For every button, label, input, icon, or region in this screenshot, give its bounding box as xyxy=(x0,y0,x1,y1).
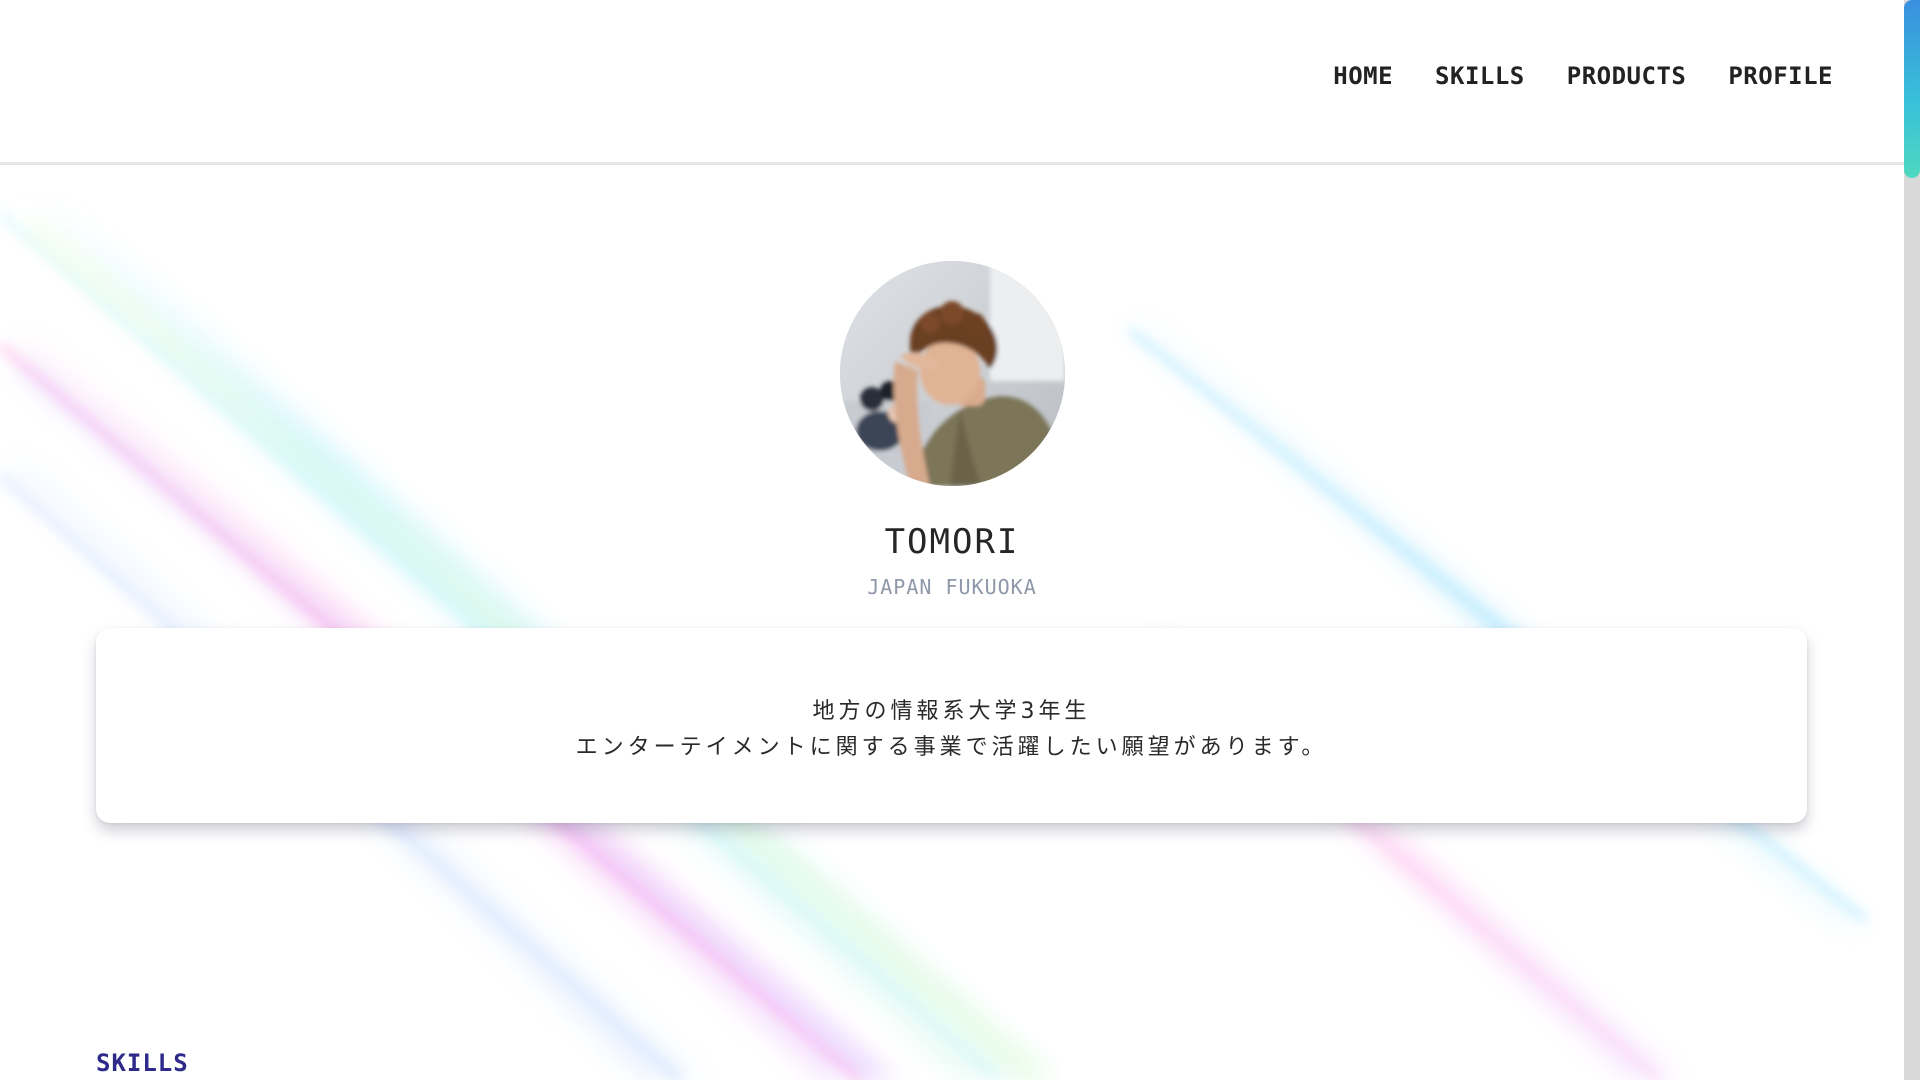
bio-card: 地方の情報系大学3年生 エンターテイメントに関する事業で活躍したい願望があります… xyxy=(96,628,1807,823)
profile-avatar xyxy=(840,261,1065,486)
nav-profile-link[interactable]: PROFILE xyxy=(1728,62,1833,90)
profile-location: JAPAN FUKUOKA xyxy=(867,575,1037,599)
nav-home-link[interactable]: HOME xyxy=(1333,62,1393,90)
skills-section-title: SKILLS xyxy=(96,1049,189,1077)
site-header: HOME SKILLS PRODUCTS PROFILE xyxy=(0,0,1904,165)
profile-name: TOMORI xyxy=(884,522,1020,562)
nav-products-link[interactable]: PRODUCTS xyxy=(1567,62,1687,90)
bio-line-1: 地方の情報系大学3年生 xyxy=(812,699,1091,724)
nav-skills-link[interactable]: SKILLS xyxy=(1435,62,1525,90)
bio-line-2: エンターテイメントに関する事業で活躍したい願望があります。 xyxy=(575,735,1328,760)
page: HOME SKILLS PRODUCTS PROFILE TOMORI JAPA… xyxy=(0,0,1920,1080)
scrollbar-thumb[interactable] xyxy=(1904,0,1920,178)
main-nav: HOME SKILLS PRODUCTS PROFILE xyxy=(1333,62,1833,90)
avatar-photo xyxy=(840,261,1065,486)
